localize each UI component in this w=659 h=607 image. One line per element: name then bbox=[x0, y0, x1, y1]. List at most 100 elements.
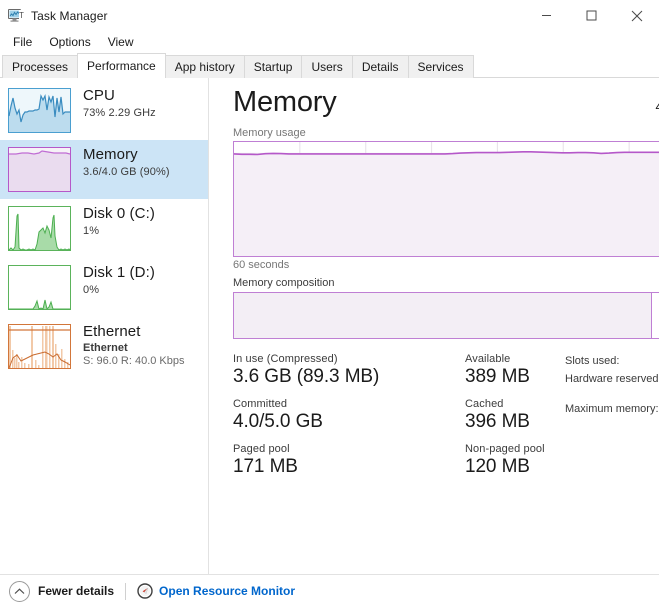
sidebar-item-memory-text: Memory 3.6/4.0 GB (90%) bbox=[83, 146, 170, 178]
menu-item-options[interactable]: Options bbox=[43, 33, 99, 51]
sidebar-item-cpu-text: CPU 73% 2.29 GHz bbox=[83, 87, 156, 119]
stats-column-left: In use (Compressed) 3.6 GB (89.3 MB) Com… bbox=[233, 353, 465, 488]
stats-column-middle: Available 389 MB Cached 396 MB Non-paged… bbox=[465, 353, 565, 488]
composition-available-segment[interactable] bbox=[652, 292, 659, 338]
stat-hardware-reserved: Hardware reserved: 0.4 MB bbox=[565, 373, 659, 397]
menu-item-file[interactable]: File bbox=[7, 33, 41, 51]
sidebar-item-disk0-name: Disk 0 (C:) bbox=[83, 205, 155, 222]
page-title: Memory bbox=[233, 86, 337, 118]
tab-services[interactable]: Services bbox=[407, 55, 474, 78]
minimize-icon bbox=[542, 15, 551, 16]
sidebar-item-ethernet-sub: Ethernet bbox=[83, 341, 128, 354]
sidebar-item-disk1-name: Disk 1 (D:) bbox=[83, 264, 155, 281]
detail-header: Memory 4.0 GB bbox=[233, 86, 659, 119]
stat-paged-pool-label: Paged pool bbox=[233, 442, 290, 455]
chevron-up-icon bbox=[14, 587, 25, 594]
sidebar-item-ethernet-throughput: S: 96.0 R: 40.0 Kbps bbox=[83, 355, 185, 368]
open-resource-monitor-link[interactable]: Open Resource Monitor bbox=[159, 584, 295, 598]
stat-non-paged-pool-value: 120 MB bbox=[465, 455, 530, 477]
stat-non-paged-pool: Non-paged pool 120 MB bbox=[465, 443, 565, 478]
sidebar-item-cpu-sub: 73% 2.29 GHz bbox=[83, 106, 156, 119]
stats-column-right: Slots used: N/A Hardware reserved: 0.4 M… bbox=[565, 353, 659, 488]
memory-usage-chart bbox=[234, 141, 659, 256]
task-manager-window: T Task Manager File Options View Process… bbox=[0, 0, 659, 607]
sidebar-item-ethernet-text: Ethernet Ethernet S: 96.0 R: 40.0 Kbps bbox=[83, 323, 185, 367]
stat-available-label: Available bbox=[465, 352, 511, 365]
sidebar-item-disk1[interactable]: Disk 1 (D:) 0% bbox=[0, 258, 208, 317]
stat-cached: Cached 396 MB bbox=[465, 398, 565, 433]
close-icon bbox=[631, 10, 642, 21]
sidebar-item-disk0[interactable]: Disk 0 (C:) 1% bbox=[0, 199, 208, 258]
sidebar-item-disk1-sub: 0% bbox=[83, 283, 100, 296]
cpu-mini-graph bbox=[8, 88, 71, 133]
close-button[interactable] bbox=[614, 0, 659, 31]
stat-in-use-label: In use (Compressed) bbox=[233, 352, 338, 365]
memory-usage-label: Memory usage bbox=[233, 126, 306, 139]
fewer-details-label[interactable]: Fewer details bbox=[38, 584, 114, 598]
sidebar-item-memory[interactable]: Memory 3.6/4.0 GB (90%) bbox=[0, 140, 208, 199]
memory-composition-label: Memory composition bbox=[233, 276, 335, 289]
total-capacity: 4.0 GB bbox=[655, 99, 659, 114]
title-bar: T Task Manager bbox=[0, 0, 659, 31]
maximize-icon bbox=[586, 10, 597, 21]
stat-committed-label: Committed bbox=[233, 397, 288, 410]
tab-processes[interactable]: Processes bbox=[2, 55, 79, 78]
body-area: CPU 73% 2.29 GHz Memory 3.6/4.0 GB (90%) bbox=[0, 78, 659, 574]
window-title: Task Manager bbox=[31, 8, 108, 23]
sidebar-item-ethernet-name: Ethernet bbox=[83, 323, 141, 340]
tab-strip: Processes Performance App history Startu… bbox=[0, 53, 659, 78]
stat-available: Available 389 MB bbox=[465, 353, 565, 388]
menu-bar: File Options View bbox=[0, 31, 659, 53]
stat-committed: Committed 4.0/5.0 GB bbox=[233, 398, 465, 433]
svg-text:T: T bbox=[19, 11, 24, 20]
maximize-button[interactable] bbox=[569, 0, 614, 31]
menu-item-view[interactable]: View bbox=[102, 33, 143, 51]
stat-cached-label: Cached bbox=[465, 397, 504, 410]
sidebar-item-disk0-text: Disk 0 (C:) 1% bbox=[83, 205, 155, 237]
stat-in-use: In use (Compressed) 3.6 GB (89.3 MB) bbox=[233, 353, 465, 388]
axis-label-left: 60 seconds bbox=[233, 258, 290, 271]
status-bar: Fewer details Open Resource Monitor bbox=[0, 574, 659, 607]
graph-axis-row: 60 seconds 0 bbox=[233, 259, 659, 271]
stat-maximum-memory-label: Maximum memory: bbox=[565, 403, 659, 416]
stat-hardware-reserved-label: Hardware reserved: bbox=[565, 372, 659, 385]
sidebar-item-memory-name: Memory bbox=[83, 146, 138, 163]
fewer-details-button[interactable] bbox=[9, 580, 30, 602]
sidebar-item-ethernet[interactable]: Ethernet Ethernet S: 96.0 R: 40.0 Kbps bbox=[0, 317, 208, 376]
stat-cached-value: 396 MB bbox=[465, 410, 530, 432]
memory-mini-graph bbox=[8, 147, 71, 192]
memory-composition-bar[interactable] bbox=[233, 291, 659, 339]
resource-sidebar: CPU 73% 2.29 GHz Memory 3.6/4.0 GB (90%) bbox=[0, 78, 209, 574]
caption-buttons bbox=[524, 0, 659, 31]
stat-slots-used: Slots used: N/A bbox=[565, 355, 659, 367]
sidebar-item-cpu-name: CPU bbox=[83, 87, 115, 104]
tab-users[interactable]: Users bbox=[301, 55, 353, 78]
stat-paged-pool: Paged pool 171 MB bbox=[233, 443, 465, 478]
resource-monitor-icon bbox=[137, 583, 153, 599]
status-divider bbox=[125, 582, 127, 600]
tab-app-history[interactable]: App history bbox=[164, 55, 245, 78]
tab-performance[interactable]: Performance bbox=[77, 53, 166, 78]
stat-paged-pool-value: 171 MB bbox=[233, 455, 298, 477]
stat-available-value: 389 MB bbox=[465, 365, 530, 387]
stat-committed-value: 4.0/5.0 GB bbox=[233, 410, 323, 432]
stat-maximum-memory: Maximum memory: 4.0 GB bbox=[565, 403, 659, 427]
memory-usage-graph bbox=[233, 140, 659, 257]
tab-startup[interactable]: Startup bbox=[243, 55, 303, 78]
composition-in-use-segment[interactable] bbox=[234, 292, 653, 338]
memory-detail-pane: Memory 4.0 GB Memory usage 4.0 GB bbox=[209, 78, 659, 574]
sidebar-item-cpu[interactable]: CPU 73% 2.29 GHz bbox=[0, 81, 208, 140]
disk1-mini-graph bbox=[8, 265, 71, 310]
memory-usage-header: Memory usage 4.0 GB bbox=[233, 127, 659, 139]
tab-details[interactable]: Details bbox=[351, 55, 409, 78]
disk0-mini-graph bbox=[8, 206, 71, 251]
sidebar-item-memory-sub: 3.6/4.0 GB (90%) bbox=[83, 165, 170, 178]
memory-stats: In use (Compressed) 3.6 GB (89.3 MB) Com… bbox=[233, 353, 659, 488]
sidebar-item-disk1-text: Disk 1 (D:) 0% bbox=[83, 264, 155, 296]
minimize-button[interactable] bbox=[524, 0, 569, 31]
sidebar-item-disk0-sub: 1% bbox=[83, 224, 100, 237]
stat-in-use-value: 3.6 GB (89.3 MB) bbox=[233, 365, 380, 387]
task-manager-icon: T bbox=[8, 8, 24, 24]
stat-slots-used-label: Slots used: bbox=[565, 354, 620, 367]
stat-non-paged-pool-label: Non-paged pool bbox=[465, 442, 545, 455]
